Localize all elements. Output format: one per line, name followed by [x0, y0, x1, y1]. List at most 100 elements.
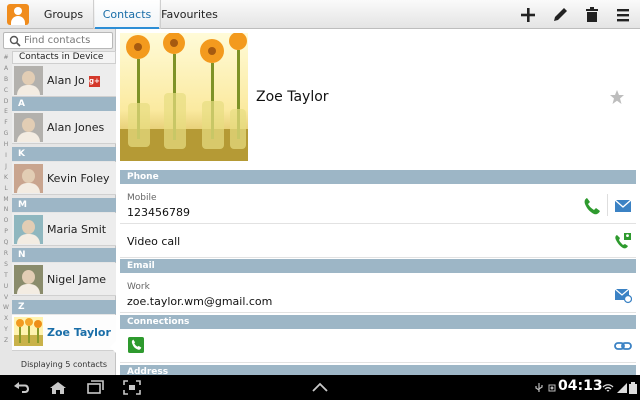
- tab-contacts[interactable]: Contacts: [95, 0, 159, 30]
- contacts-in-device-header: Contacts in Device: [12, 51, 116, 64]
- tab-favourites[interactable]: Favourites: [160, 0, 218, 29]
- contact-name: Alan Jones: [47, 121, 105, 134]
- index-letter[interactable]: K: [0, 173, 12, 184]
- index-letter[interactable]: J: [0, 162, 12, 173]
- home-icon: [50, 382, 66, 394]
- index-letter[interactable]: M: [0, 195, 12, 206]
- contact-count: Displaying 5 contacts: [20, 360, 108, 369]
- index-letter[interactable]: #: [0, 53, 12, 64]
- avatar: [14, 317, 43, 346]
- contact-name: Kevin Foley: [47, 172, 110, 185]
- message-icon: [614, 199, 632, 212]
- app-tray-handle[interactable]: [309, 379, 331, 396]
- contact-detail-panel: Zoe Taylor Phone Mobile 123456789 Video …: [116, 29, 640, 375]
- menu-button[interactable]: [612, 4, 634, 26]
- screenshot-icon: [123, 380, 141, 395]
- delete-contact-button[interactable]: [581, 4, 603, 26]
- index-letter[interactable]: O: [0, 216, 12, 227]
- index-letter[interactable]: G: [0, 129, 12, 140]
- edit-contact-button[interactable]: [549, 4, 571, 26]
- index-letter[interactable]: R: [0, 249, 12, 260]
- contacts-app-icon[interactable]: [7, 4, 29, 25]
- home-button[interactable]: [47, 379, 69, 396]
- index-letter[interactable]: A: [0, 64, 12, 75]
- usb-debug-icon: [548, 384, 556, 392]
- battery-icon: [629, 382, 637, 394]
- index-letter[interactable]: B: [0, 75, 12, 86]
- contact-name: Alan Jo: [47, 74, 85, 87]
- mobile-label: Mobile: [127, 193, 157, 203]
- index-letter[interactable]: W: [0, 303, 12, 314]
- avatar: [14, 265, 43, 294]
- signal-icon: [617, 383, 627, 393]
- video-call-icon: [615, 233, 631, 249]
- list-item[interactable]: Alan Jones: [12, 111, 116, 144]
- search-icon: [9, 35, 21, 47]
- contact-photo[interactable]: [120, 33, 248, 161]
- index-letter[interactable]: Z: [0, 336, 12, 347]
- index-letter[interactable]: D: [0, 97, 12, 108]
- usb-icon: [535, 383, 543, 392]
- list-item[interactable]: Kevin Foley: [12, 162, 116, 195]
- index-letter[interactable]: S: [0, 260, 12, 271]
- menu-icon: [617, 9, 629, 22]
- video-call-button[interactable]: [614, 232, 632, 250]
- back-button[interactable]: [10, 379, 32, 396]
- action-bar: Groups Contacts Favourites: [0, 0, 640, 30]
- favourite-star-icon[interactable]: [609, 89, 625, 105]
- add-contact-button[interactable]: [517, 4, 539, 26]
- google-plus-icon: g+: [89, 76, 100, 87]
- avatar: [14, 215, 43, 244]
- tab-groups[interactable]: Groups: [34, 0, 94, 29]
- link-button[interactable]: [614, 337, 632, 355]
- index-letter[interactable]: E: [0, 107, 12, 118]
- video-call-row[interactable]: Video call: [120, 225, 636, 258]
- phone-section-header: Phone: [120, 170, 636, 184]
- index-letter[interactable]: H: [0, 140, 12, 151]
- list-item[interactable]: Maria Smit: [12, 213, 116, 246]
- pencil-icon: [554, 8, 567, 21]
- index-letter[interactable]: F: [0, 118, 12, 129]
- letter-header: N: [12, 248, 116, 262]
- index-letter[interactable]: T: [0, 271, 12, 282]
- screenshot-button[interactable]: [121, 379, 143, 396]
- contact-list-panel: Find contacts # A B C D E F G H I J K L …: [0, 29, 116, 375]
- avatar: [14, 66, 43, 95]
- contact-name: Maria Smit: [47, 223, 107, 236]
- phone-app-button[interactable]: [128, 337, 144, 353]
- mobile-number-row[interactable]: Mobile 123456789: [120, 184, 636, 224]
- message-button[interactable]: [614, 197, 632, 215]
- link-icon: [614, 342, 632, 350]
- index-letter[interactable]: Q: [0, 238, 12, 249]
- trash-icon: [586, 7, 598, 22]
- work-label: Work: [127, 282, 150, 292]
- connections-row[interactable]: [120, 329, 636, 363]
- plus-icon: [521, 8, 535, 22]
- wifi-icon: [602, 384, 614, 392]
- index-letter[interactable]: C: [0, 86, 12, 97]
- letter-header: M: [12, 198, 116, 212]
- index-letter[interactable]: I: [0, 151, 12, 162]
- search-placeholder: Find contacts: [24, 35, 91, 46]
- letter-header: Z: [12, 300, 116, 314]
- chevron-up-icon: [312, 382, 328, 392]
- call-button[interactable]: [583, 197, 601, 215]
- send-email-button[interactable]: [614, 286, 632, 304]
- list-item-selected[interactable]: Zoe Taylor: [12, 315, 116, 351]
- email-row[interactable]: Work zoe.taylor.wm@gmail.com: [120, 273, 636, 313]
- list-item[interactable]: Nigel Jame: [12, 263, 116, 296]
- index-letter[interactable]: U: [0, 282, 12, 293]
- phone-icon: [584, 198, 600, 215]
- status-clock: 04:13: [558, 378, 603, 394]
- search-input[interactable]: Find contacts: [3, 32, 113, 49]
- video-call-label: Video call: [127, 235, 181, 248]
- list-item[interactable]: Alan Jo g+: [12, 64, 116, 97]
- index-letter[interactable]: Y: [0, 325, 12, 336]
- alphabet-index[interactable]: # A B C D E F G H I J K L M N O P Q R S …: [0, 53, 12, 353]
- index-letter[interactable]: L: [0, 184, 12, 195]
- index-letter[interactable]: X: [0, 314, 12, 325]
- index-letter[interactable]: V: [0, 293, 12, 304]
- index-letter[interactable]: P: [0, 227, 12, 238]
- recent-apps-button[interactable]: [84, 379, 106, 396]
- index-letter[interactable]: N: [0, 205, 12, 216]
